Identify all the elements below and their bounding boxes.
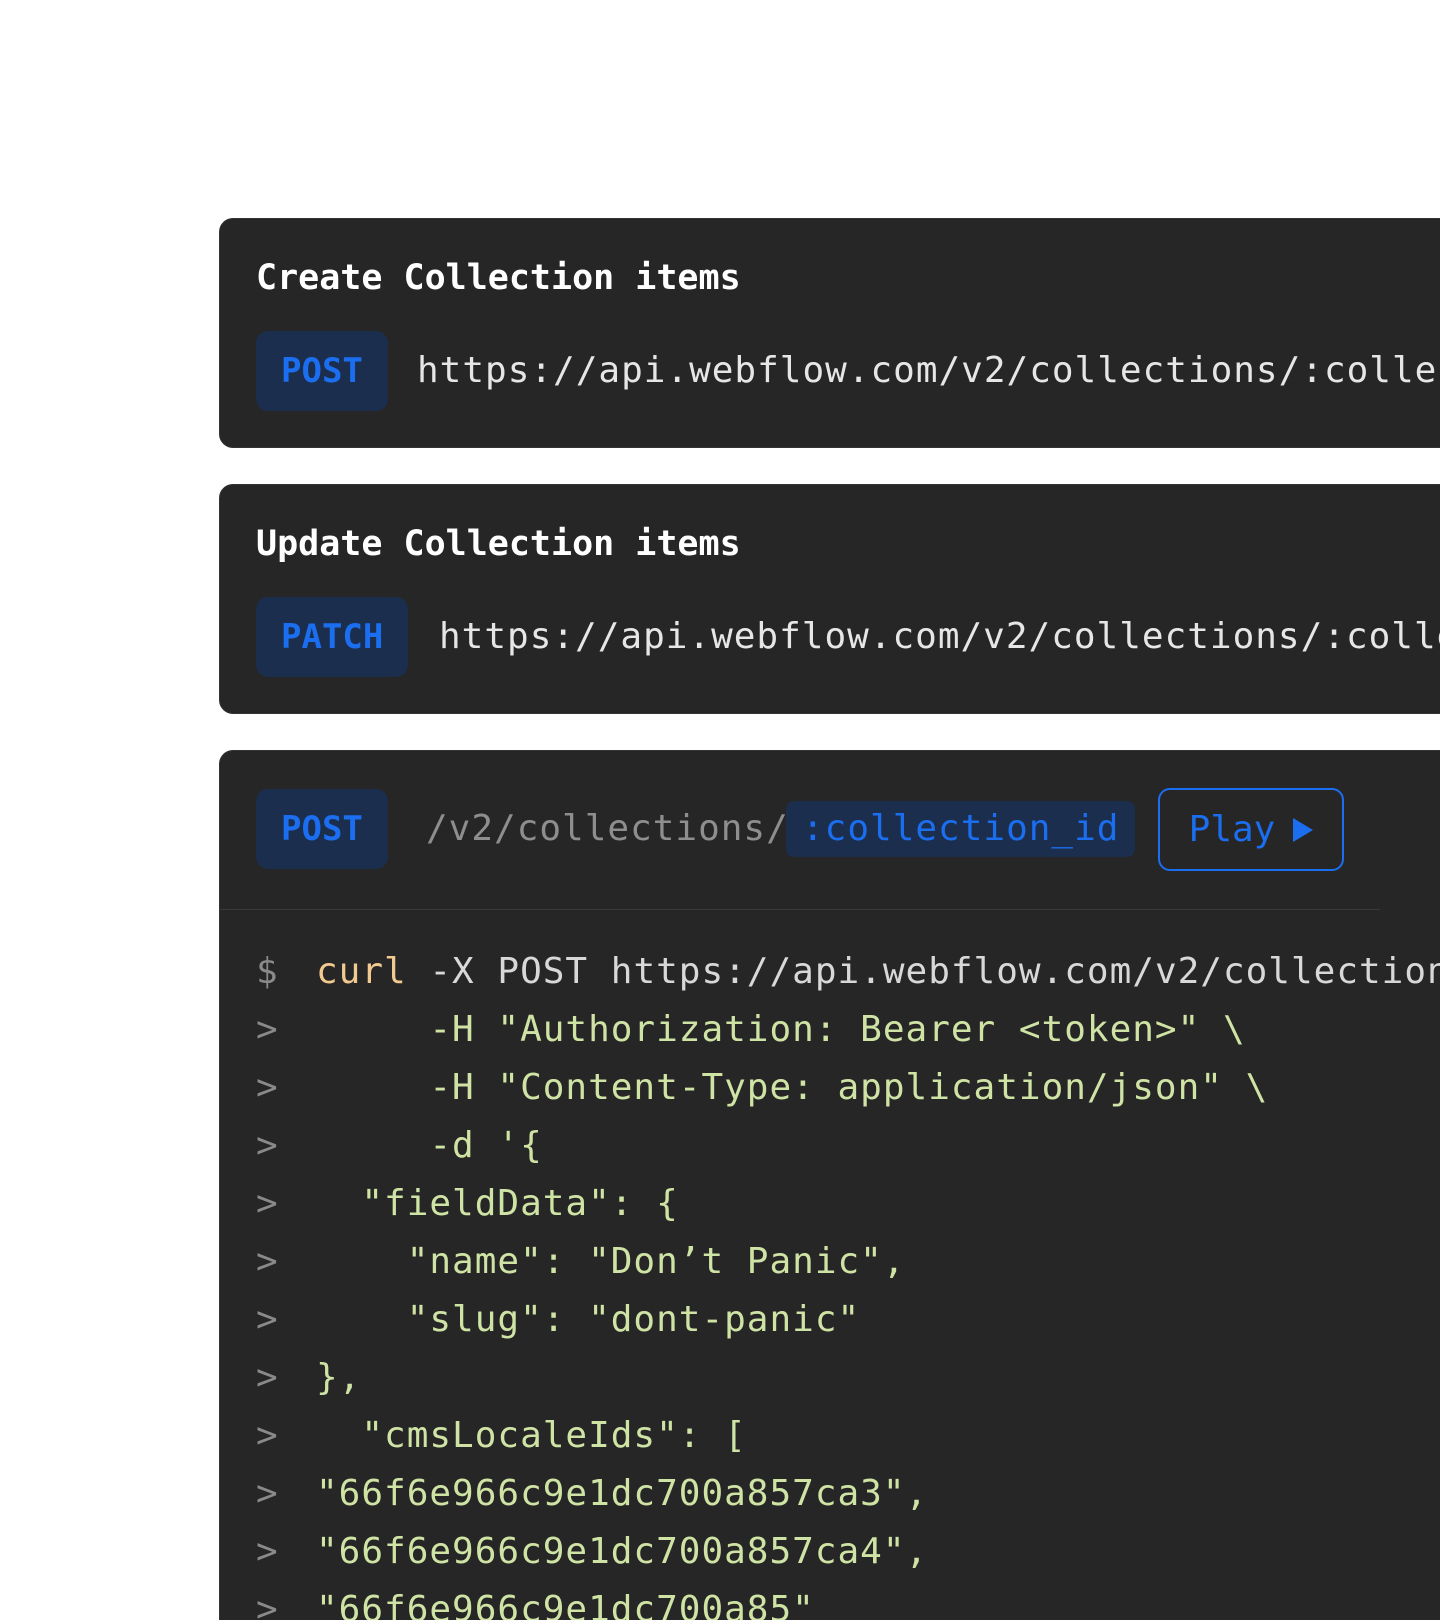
prompt-symbol: > (256, 1241, 279, 1282)
terminal-line: > }, (256, 1349, 1440, 1407)
endpoint-url[interactable]: https://api.webflow.com/v2/collections/:… (417, 331, 1440, 411)
request-playground: POST /v2/collections/ :collection_id Pla… (219, 750, 1440, 1620)
terminal-line: > "66f6e966c9e1dc700a85" (256, 1581, 1440, 1620)
terminal-line: > -d '{ (256, 1117, 1440, 1175)
prompt-symbol: > (256, 1183, 279, 1224)
terminal-code: "name": "Don’t Panic", (316, 1241, 906, 1282)
terminal-output: $ curl -X POST https://api.webflow.com/v… (256, 943, 1440, 1620)
prompt-symbol: > (256, 1589, 279, 1620)
prompt-symbol: > (256, 1357, 279, 1398)
terminal-code: "66f6e966c9e1dc700a857ca4", (316, 1531, 929, 1572)
prompt-symbol: > (256, 1067, 279, 1108)
prompt-symbol: > (256, 1299, 279, 1340)
terminal-line: > "cmsLocaleIds": [ (256, 1407, 1440, 1465)
terminal-line: $ curl -X POST https://api.webflow.com/v… (256, 943, 1440, 1001)
terminal-code: "fieldData": { (316, 1183, 679, 1224)
terminal-line: > "name": "Don’t Panic", (256, 1233, 1440, 1291)
method-badge-post: POST (256, 331, 388, 411)
terminal-code: "66f6e966c9e1dc700a857ca3", (316, 1473, 929, 1514)
endpoint-url[interactable]: https://api.webflow.com/v2/collections/:… (439, 597, 1440, 677)
prompt-symbol: > (256, 1009, 279, 1050)
terminal-line: > "slug": "dont-panic" (256, 1291, 1440, 1349)
method-badge-post: POST (256, 789, 388, 869)
terminal-code: -H "Content-Type: application/json" \ (316, 1067, 1269, 1108)
prompt-symbol: $ (256, 951, 279, 992)
play-button-label: Play (1188, 809, 1276, 850)
path-param-collection-id[interactable]: :collection_id (786, 801, 1136, 857)
prompt-symbol: > (256, 1125, 279, 1166)
terminal-code: }, (316, 1357, 362, 1398)
play-button[interactable]: Play (1158, 788, 1344, 871)
card-title: Update Collection items (256, 524, 741, 564)
prompt-symbol: > (256, 1415, 279, 1456)
terminal-code: -d '{ (316, 1125, 543, 1166)
terminal-code: -H "Authorization: Bearer <token>" \ (316, 1009, 1246, 1050)
play-icon (1293, 817, 1314, 842)
terminal-args: -X POST https://api.webflow.com/v2/colle… (429, 951, 1440, 992)
terminal-command: curl (316, 951, 407, 992)
terminal-line: > "fieldData": { (256, 1175, 1440, 1233)
terminal-line: > -H "Content-Type: application/json" \ (256, 1059, 1440, 1117)
terminal-code: "cmsLocaleIds": [ (316, 1415, 747, 1456)
method-badge-patch: PATCH (256, 597, 409, 677)
endpoint-card-create: Create Collection items POST https://api… (219, 218, 1440, 448)
terminal-code: curl -X POST https://api.webflow.com/v2/… (316, 943, 1440, 1001)
terminal-line: > -H "Authorization: Bearer <token>" \ (256, 1001, 1440, 1059)
request-path: /v2/collections/ (426, 808, 789, 849)
terminal-line: > "66f6e966c9e1dc700a857ca3", (256, 1465, 1440, 1523)
request-bar: POST /v2/collections/ :collection_id Pla… (220, 751, 1380, 910)
card-title: Create Collection items (256, 258, 741, 298)
endpoint-card-update: Update Collection items PATCH https://ap… (219, 484, 1440, 714)
terminal-code: "66f6e966c9e1dc700a85" (316, 1589, 815, 1620)
terminal-line: > "66f6e966c9e1dc700a857ca4", (256, 1523, 1440, 1581)
prompt-symbol: > (256, 1531, 279, 1572)
prompt-symbol: > (256, 1473, 279, 1514)
terminal-code: "slug": "dont-panic" (316, 1299, 861, 1340)
